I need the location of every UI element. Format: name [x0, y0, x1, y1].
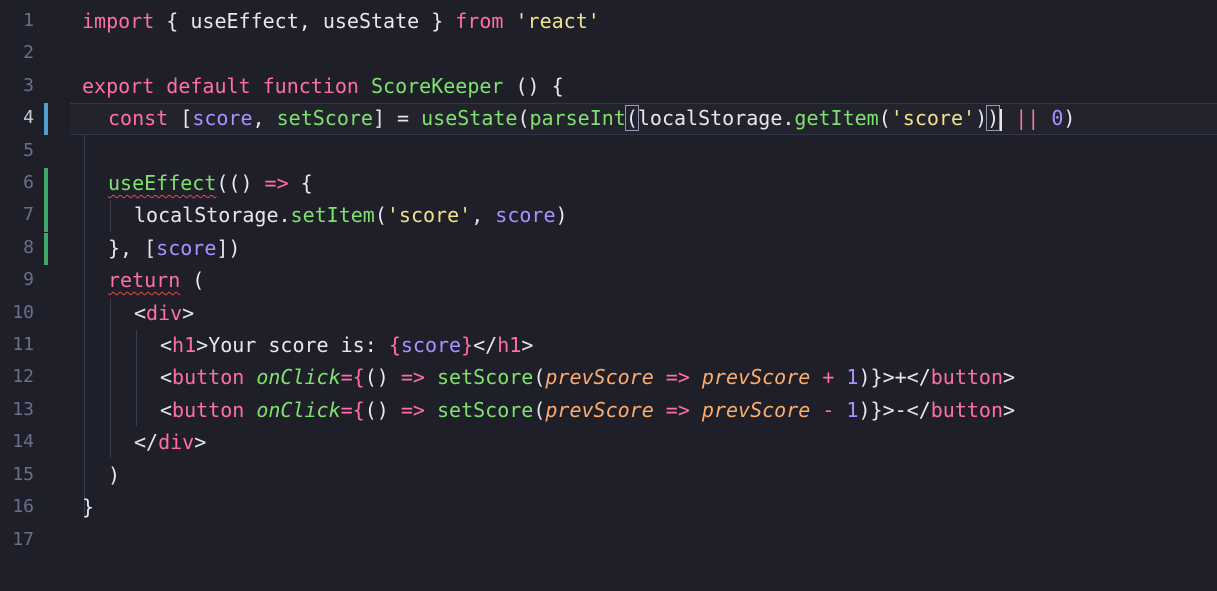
line-number: 8: [23, 237, 34, 258]
code-text[interactable]: }, [score]): [108, 236, 240, 260]
code-text[interactable]: import { useEffect, useState } from 'rea…: [82, 9, 600, 33]
line-number: 3: [23, 75, 34, 96]
code-line-3[interactable]: 3 export default function ScoreKeeper ()…: [0, 71, 1217, 103]
line-number: 11: [12, 334, 34, 355]
code-line-6[interactable]: 6 useEffect(() => {: [0, 168, 1217, 200]
git-added-marker[interactable]: [44, 200, 48, 232]
code-line-1[interactable]: 1 import { useEffect, useState } from 'r…: [0, 6, 1217, 38]
code-text[interactable]: ): [108, 463, 120, 487]
code-editor[interactable]: 1 import { useEffect, useState } from 'r…: [0, 0, 1217, 591]
code-line-9[interactable]: 9 return (: [0, 265, 1217, 297]
code-line-14[interactable]: 14 </div>: [0, 427, 1217, 459]
code-text[interactable]: const [score, setScore] = useState(parse…: [108, 105, 1075, 131]
line-number: 12: [12, 366, 34, 387]
line-number: 6: [23, 172, 34, 193]
code-line-5[interactable]: 5: [0, 136, 1217, 168]
line-number: 13: [12, 399, 34, 420]
code-line-8[interactable]: 8 }, [score]): [0, 233, 1217, 265]
line-number: 4: [23, 107, 34, 128]
line-number: 10: [12, 302, 34, 323]
code-line-17[interactable]: 17: [0, 525, 1217, 557]
code-text[interactable]: return (: [108, 268, 204, 292]
line-number: 5: [23, 140, 34, 161]
code-line-15[interactable]: 15 ): [0, 460, 1217, 492]
code-line-4[interactable]: 4 const [score, setScore] = useState(par…: [0, 103, 1217, 135]
code-text[interactable]: useEffect(() => {: [108, 171, 313, 195]
code-text[interactable]: </div>: [134, 430, 206, 454]
code-text[interactable]: <button onClick={() => setScore(prevScor…: [160, 365, 1015, 389]
code-line-16[interactable]: 16 }: [0, 492, 1217, 524]
code-line-13[interactable]: 13 <button onClick={() => setScore(prevS…: [0, 395, 1217, 427]
line-number: 7: [23, 204, 34, 225]
code-text[interactable]: export default function ScoreKeeper () {: [82, 74, 564, 98]
code-text[interactable]: <div>: [134, 301, 194, 325]
git-added-marker[interactable]: [44, 168, 48, 200]
text-cursor: [1000, 108, 1003, 131]
line-number: 1: [23, 10, 34, 31]
line-number: 15: [12, 464, 34, 485]
line-number: 16: [12, 496, 34, 517]
line-number: 14: [12, 431, 34, 452]
code-line-11[interactable]: 11 <h1>Your score is: {score}</h1>: [0, 330, 1217, 362]
line-number: 17: [12, 529, 34, 550]
code-text[interactable]: localStorage.setItem('score', score): [134, 203, 568, 227]
code-line-10[interactable]: 10 <div>: [0, 298, 1217, 330]
git-added-marker[interactable]: [44, 233, 48, 265]
line-number: 9: [23, 269, 34, 290]
code-line-12[interactable]: 12 <button onClick={() => setScore(prevS…: [0, 362, 1217, 394]
git-modified-marker[interactable]: [44, 103, 48, 135]
code-text[interactable]: <h1>Your score is: {score}</h1>: [160, 333, 533, 357]
code-line-2[interactable]: 2: [0, 38, 1217, 70]
code-text[interactable]: }: [82, 495, 94, 519]
code-text[interactable]: <button onClick={() => setScore(prevScor…: [160, 398, 1015, 422]
line-number: 2: [23, 42, 34, 63]
code-line-7[interactable]: 7 localStorage.setItem('score', score): [0, 200, 1217, 232]
